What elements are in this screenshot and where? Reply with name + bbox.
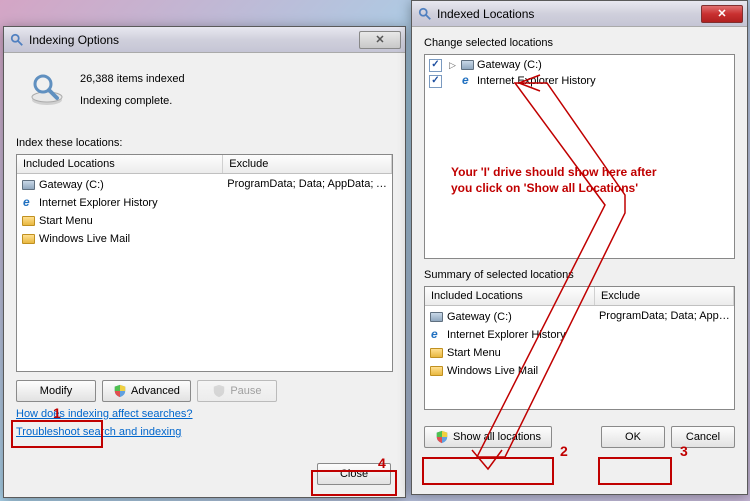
item-exclude bbox=[595, 363, 734, 379]
item-exclude bbox=[595, 345, 734, 361]
search-index-icon bbox=[418, 7, 432, 21]
locations-list[interactable]: Included Locations Exclude Gateway (C:) P… bbox=[16, 154, 393, 372]
tree-item[interactable]: Internet Explorer History bbox=[425, 73, 734, 89]
ie-icon bbox=[460, 74, 474, 88]
shield-icon bbox=[212, 384, 226, 398]
item-name: Internet Explorer History bbox=[447, 329, 566, 341]
item-exclude bbox=[223, 195, 392, 211]
item-name: Windows Live Mail bbox=[447, 365, 538, 377]
items-indexed-text: 26,388 items indexed bbox=[80, 73, 185, 85]
folder-icon bbox=[21, 232, 35, 246]
drive-icon bbox=[429, 310, 443, 324]
item-exclude bbox=[223, 231, 392, 247]
ok-button[interactable]: OK bbox=[601, 426, 665, 448]
summary-list[interactable]: Included Locations Exclude Gateway (C:) P… bbox=[424, 286, 735, 410]
how-indexing-link[interactable]: How does indexing affect searches? bbox=[16, 408, 193, 420]
ie-icon bbox=[21, 196, 35, 210]
item-name: Start Menu bbox=[447, 347, 501, 359]
list-header: Included Locations Exclude bbox=[425, 287, 734, 306]
indexing-options-window: Indexing Options ✕ 26,388 items indexed … bbox=[3, 26, 406, 498]
list-header: Included Locations Exclude bbox=[17, 155, 392, 174]
indexing-status-text: Indexing complete. bbox=[80, 95, 185, 107]
change-locations-label: Change selected locations bbox=[424, 37, 735, 49]
item-name: Gateway (C:) bbox=[39, 179, 104, 191]
col-exclude[interactable]: Exclude bbox=[223, 155, 392, 173]
advanced-button[interactable]: Advanced bbox=[102, 380, 191, 402]
tree-item-label: Gateway (C:) bbox=[477, 59, 542, 71]
checkbox[interactable] bbox=[429, 59, 442, 72]
list-item[interactable]: Internet Explorer History bbox=[17, 194, 392, 212]
summary-label: Summary of selected locations bbox=[424, 269, 735, 281]
item-name: Gateway (C:) bbox=[447, 311, 512, 323]
close-button[interactable]: Close bbox=[317, 463, 391, 485]
list-item[interactable]: Gateway (C:) ProgramData; Data; AppData; … bbox=[17, 176, 392, 194]
folder-icon bbox=[429, 346, 443, 360]
item-exclude bbox=[223, 213, 392, 229]
titlebar[interactable]: Indexed Locations ✕ bbox=[412, 1, 747, 27]
tree-item[interactable]: ▷ Gateway (C:) bbox=[425, 57, 734, 73]
checkbox[interactable] bbox=[429, 75, 442, 88]
list-item[interactable]: Windows Live Mail bbox=[425, 362, 734, 380]
window-title: Indexed Locations bbox=[418, 7, 701, 21]
tree-item-label: Internet Explorer History bbox=[477, 75, 596, 87]
cancel-button[interactable]: Cancel bbox=[671, 426, 735, 448]
list-item[interactable]: Start Menu bbox=[17, 212, 392, 230]
pause-button: Pause bbox=[197, 380, 277, 402]
col-included[interactable]: Included Locations bbox=[17, 155, 223, 173]
item-name: Start Menu bbox=[39, 215, 93, 227]
col-exclude[interactable]: Exclude bbox=[595, 287, 734, 305]
titlebar[interactable]: Indexing Options ✕ bbox=[4, 27, 405, 53]
folder-icon bbox=[429, 364, 443, 378]
item-exclude bbox=[595, 327, 734, 343]
drive-icon bbox=[460, 58, 474, 72]
close-window-button[interactable]: ✕ bbox=[359, 31, 401, 49]
show-all-locations-button[interactable]: Show all locations bbox=[424, 426, 552, 448]
list-item[interactable]: Start Menu bbox=[425, 344, 734, 362]
item-exclude: ProgramData; Data; AppData; ... bbox=[595, 309, 734, 325]
list-item[interactable]: Windows Live Mail bbox=[17, 230, 392, 248]
window-title: Indexing Options bbox=[10, 33, 359, 47]
ie-icon bbox=[429, 328, 443, 342]
locations-tree[interactable]: ▷ Gateway (C:) Internet Explorer History bbox=[424, 54, 735, 259]
search-index-icon bbox=[10, 33, 24, 47]
indexed-locations-window: Indexed Locations ✕ Change selected loca… bbox=[411, 0, 748, 495]
expander-icon[interactable] bbox=[448, 77, 457, 86]
list-item[interactable]: Gateway (C:) ProgramData; Data; AppData; … bbox=[425, 308, 734, 326]
modify-button[interactable]: Modify bbox=[16, 380, 96, 402]
list-item[interactable]: Internet Explorer History bbox=[425, 326, 734, 344]
index-locations-label: Index these locations: bbox=[16, 137, 393, 149]
col-included[interactable]: Included Locations bbox=[425, 287, 595, 305]
expander-icon[interactable]: ▷ bbox=[448, 61, 457, 70]
shield-icon bbox=[435, 430, 449, 444]
item-name: Internet Explorer History bbox=[39, 197, 158, 209]
indexing-icon bbox=[26, 69, 68, 111]
shield-icon bbox=[113, 384, 127, 398]
item-name: Windows Live Mail bbox=[39, 233, 130, 245]
item-exclude: ProgramData; Data; AppData; AppData; ... bbox=[223, 177, 392, 193]
close-window-button[interactable]: ✕ bbox=[701, 5, 743, 23]
folder-icon bbox=[21, 214, 35, 228]
drive-icon bbox=[21, 178, 35, 192]
troubleshoot-link[interactable]: Troubleshoot search and indexing bbox=[16, 426, 181, 438]
